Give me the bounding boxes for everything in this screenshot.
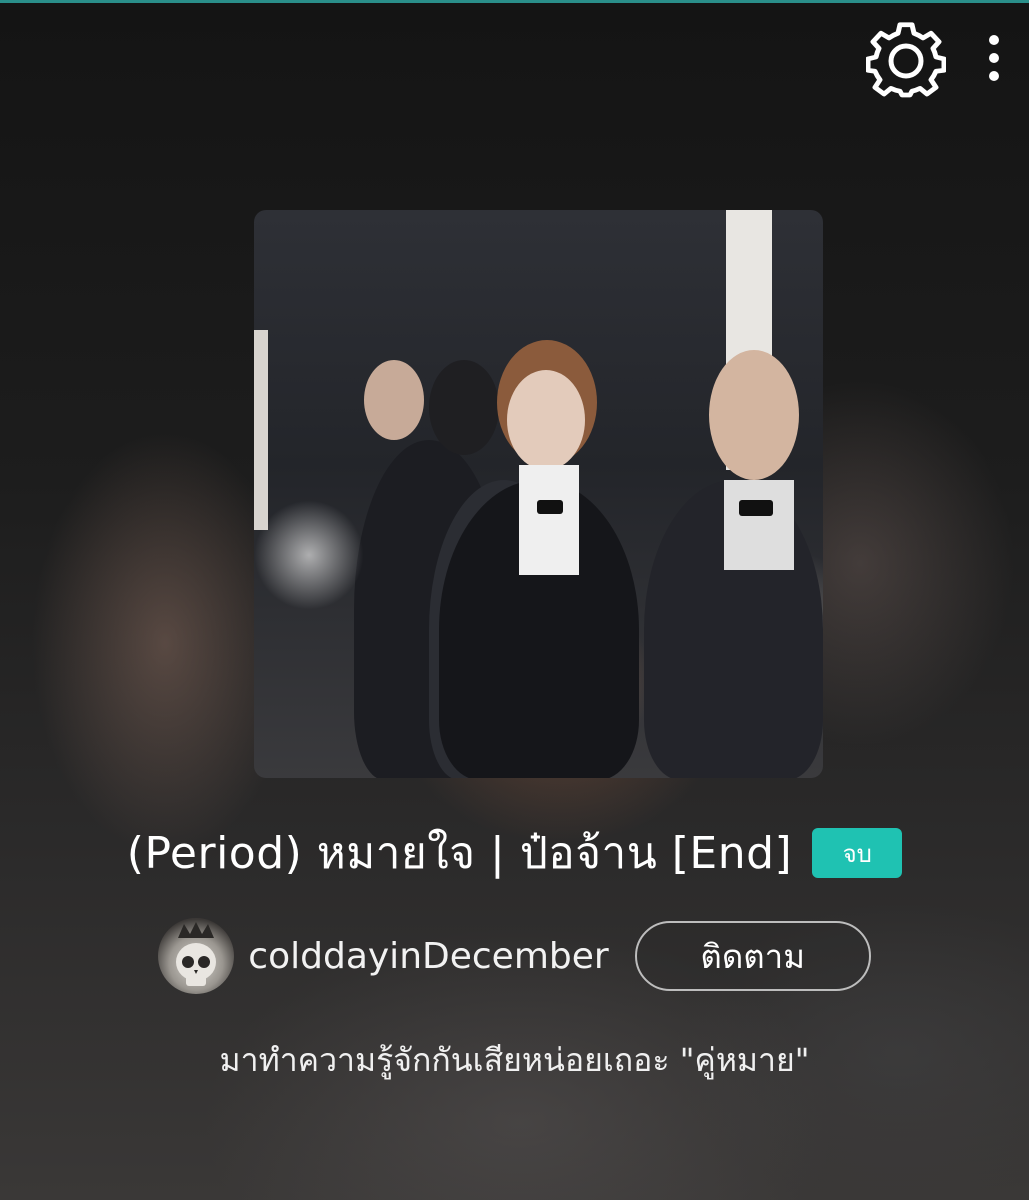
story-title: (Period) หมายใจ | ป๋อจ้าน [End] — [126, 828, 793, 879]
story-cover-image[interactable] — [254, 210, 823, 778]
story-tagline: มาทำความรู้จักกันเสียหน่อยเถอะ "คู่หมาย" — [219, 1041, 810, 1079]
more-options-button[interactable] — [975, 28, 1013, 88]
status-badge: จบ — [812, 828, 903, 878]
settings-button[interactable] — [860, 22, 952, 102]
story-title-row: (Period) หมายใจ | ป๋อจ้าน [End] จบ — [0, 818, 1029, 888]
author-name[interactable]: colddayinDecember — [248, 936, 608, 977]
author-row: colddayinDecember ติดตาม — [0, 918, 1029, 994]
gear-icon — [866, 22, 946, 98]
skull-icon — [176, 922, 217, 986]
more-vertical-icon — [989, 35, 999, 81]
follow-button[interactable]: ติดตาม — [634, 921, 871, 991]
author-avatar[interactable] — [158, 918, 235, 994]
